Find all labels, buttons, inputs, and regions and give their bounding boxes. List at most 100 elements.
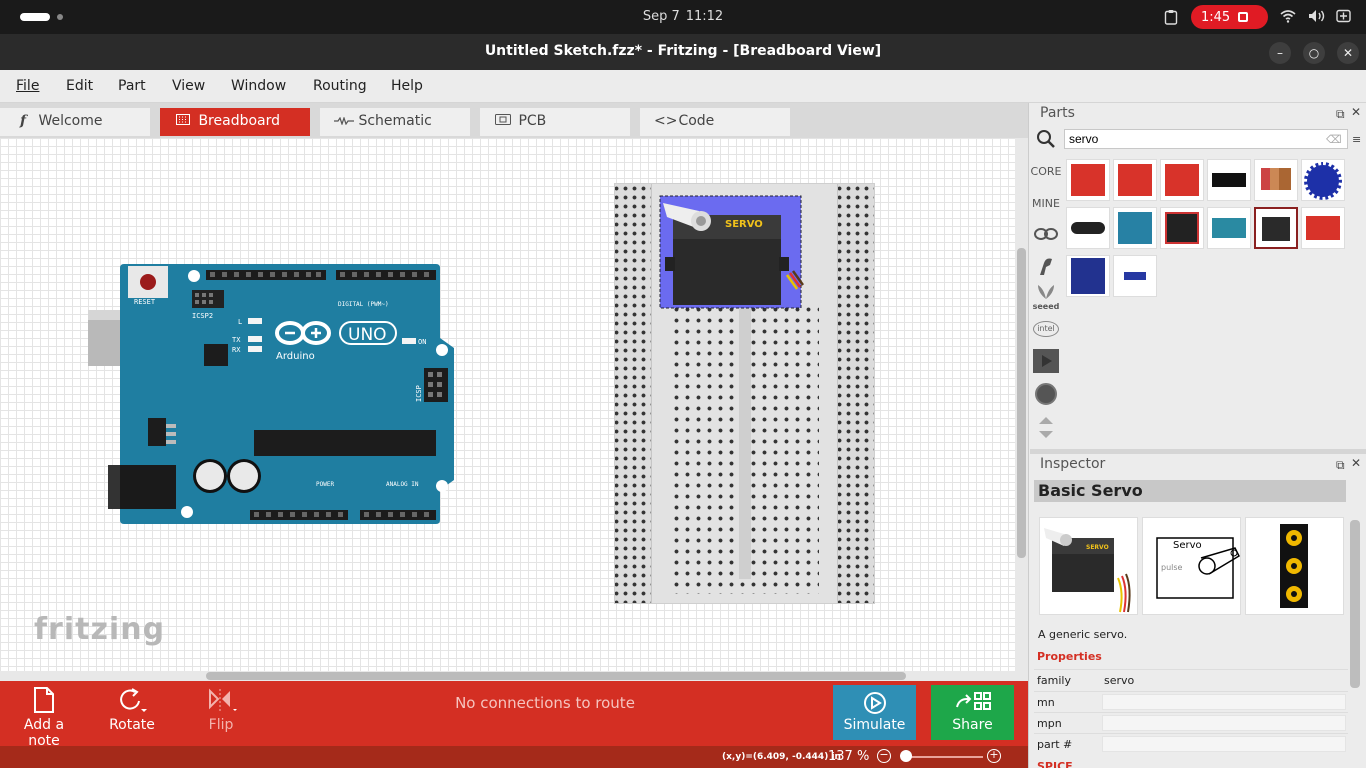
inspector-breadboard-image: SERVO (1039, 517, 1138, 615)
svg-text:SERVO: SERVO (1086, 544, 1109, 551)
servo-label: SERVO (725, 219, 763, 230)
breadboard-center-channel (739, 294, 751, 579)
search-icon[interactable] (1036, 129, 1056, 153)
parts-panel-close-icon[interactable]: ✕ (1351, 105, 1361, 119)
part-result-basic-servo[interactable] (1254, 207, 1298, 249)
property-input-part-number[interactable] (1102, 736, 1346, 752)
wifi-icon[interactable] (1280, 9, 1296, 25)
part-result-servo-board[interactable] (1301, 207, 1345, 249)
clock[interactable]: Sep 7 11:12 (0, 9, 1366, 24)
parts-bins-list: CORE MINE seeed intel (1030, 153, 1062, 448)
fritzing-watermark: fritzing (34, 612, 166, 647)
menu-help[interactable]: Help (391, 78, 423, 94)
zoom-slider-handle[interactable] (900, 750, 912, 762)
part-result-cable-bundle[interactable] (1254, 159, 1298, 201)
rotate-button[interactable]: Rotate (104, 687, 160, 733)
flip-label: Flip (208, 717, 234, 733)
part-result-teal-board[interactable] (1207, 207, 1251, 249)
recording-time: 1:45 (1201, 9, 1231, 25)
menu-edit[interactable]: Edit (66, 78, 93, 94)
property-input-mn[interactable] (1102, 694, 1346, 710)
part-result-blue-module[interactable] (1066, 255, 1110, 297)
minimize-button[interactable]: – (1269, 42, 1291, 64)
search-menu-icon[interactable]: ≡ (1352, 133, 1361, 146)
intel-bin-icon[interactable]: intel (1030, 321, 1062, 337)
volume-icon[interactable] (1308, 9, 1325, 25)
pcb-icon (494, 108, 512, 135)
servo-component-selected[interactable]: SERVO (659, 195, 804, 311)
zoom-level[interactable]: 137 % (828, 749, 869, 764)
arrows-bin-icon[interactable] (1030, 415, 1062, 444)
inspector-scrollbar[interactable] (1350, 520, 1360, 688)
part-result-arduino-mega[interactable] (1113, 207, 1157, 249)
tab-welcome[interactable]: f Welcome (0, 108, 150, 136)
media-bin-icon[interactable] (1030, 349, 1062, 373)
svg-text:Servo: Servo (1173, 540, 1202, 551)
property-row-part-number: part # (1034, 733, 1348, 754)
stop-recording-icon[interactable] (1238, 12, 1249, 22)
search-clear-icon[interactable]: ⌫ (1326, 133, 1342, 146)
flip-button[interactable]: Flip (198, 687, 244, 733)
menu-file[interactable]: File (16, 78, 39, 94)
canvas-vertical-scrollbar[interactable] (1015, 138, 1028, 671)
property-row-family: family servo (1034, 669, 1348, 690)
part-result-servo-driver[interactable] (1207, 159, 1251, 201)
part-result-servo-connector[interactable] (1066, 207, 1110, 249)
spice-heading: SPICE (1037, 760, 1073, 768)
zoom-in-button[interactable]: + (987, 749, 1001, 763)
bottom-toolbar: Add a note Rotate Flip No connections to… (0, 681, 1028, 749)
seeed-bin-icon[interactable]: seeed (1030, 283, 1062, 311)
property-value[interactable]: servo (1104, 674, 1134, 687)
property-key: part # (1037, 738, 1073, 751)
dock-splitter[interactable] (1030, 449, 1366, 454)
property-row-mn: mn (1034, 691, 1348, 712)
led-l-label: L (238, 318, 242, 326)
property-input-mpn[interactable] (1102, 715, 1346, 731)
menu-view[interactable]: View (172, 78, 205, 94)
vertical-scroll-thumb[interactable] (1017, 248, 1026, 558)
part-result-motor-shield[interactable] (1160, 207, 1204, 249)
maximize-button[interactable]: ○ (1303, 42, 1325, 64)
property-key: mpn (1037, 717, 1062, 730)
tab-pcb[interactable]: PCB (480, 108, 630, 136)
part-result-arduino-shield-3[interactable] (1160, 159, 1204, 201)
horizontal-scroll-thumb[interactable] (206, 672, 906, 680)
zoom-out-button[interactable]: − (877, 749, 891, 763)
part-result-micro-servo[interactable] (1113, 255, 1157, 297)
snootlab-bin-icon[interactable] (1030, 383, 1062, 405)
share-button[interactable]: Share (931, 685, 1014, 740)
tab-breadboard[interactable]: Breadboard (160, 108, 310, 136)
window-title-bar: Untitled Sketch.fzz* - Fritzing - [Bread… (0, 34, 1366, 70)
rotate-label: Rotate (109, 717, 155, 733)
share-label: Share (952, 717, 993, 733)
inspector-pcb-image (1245, 517, 1344, 615)
screen-recording-indicator[interactable]: 1:45 (1191, 5, 1268, 29)
arduino-bin-icon[interactable] (1030, 227, 1062, 244)
tab-schematic[interactable]: Schematic (320, 108, 470, 136)
tab-code[interactable]: <> Code (640, 108, 790, 136)
add-note-button[interactable]: Add a note (6, 687, 82, 749)
bin-core[interactable]: CORE (1030, 165, 1062, 178)
menu-part[interactable]: Part (118, 78, 146, 94)
simulate-button[interactable]: Simulate (833, 685, 916, 740)
inspector-close-icon[interactable]: ✕ (1351, 456, 1361, 470)
icsp-label: ICSP (415, 385, 423, 402)
close-window-button[interactable]: ✕ (1337, 42, 1359, 64)
part-result-arduino-shield-1[interactable] (1066, 159, 1110, 201)
breadboard-canvas[interactable]: RESET ICSP2 DIGITAL (PWM~) L TX RX ON UN… (0, 138, 1015, 671)
fritzing-f-icon: f (19, 113, 27, 129)
clipboard-icon[interactable] (1163, 9, 1179, 25)
battery-icon[interactable] (1336, 9, 1352, 25)
menu-window[interactable]: Window (231, 78, 286, 94)
zoom-slider-track[interactable] (903, 756, 983, 758)
menu-routing[interactable]: Routing (313, 78, 367, 94)
bin-mine[interactable]: MINE (1030, 197, 1062, 210)
status-bar: (x,y)=(6.409, -0.444) in 137 % − + (0, 746, 1028, 768)
part-result-arduino-shield-2[interactable] (1113, 159, 1157, 201)
part-result-rotary-encoder[interactable] (1301, 159, 1345, 201)
arduino-uno-board[interactable]: RESET ICSP2 DIGITAL (PWM~) L TX RX ON UN… (86, 262, 458, 528)
canvas-horizontal-scrollbar[interactable] (0, 671, 1028, 681)
contrib-bin-icon[interactable] (1030, 255, 1062, 280)
parts-search-input[interactable] (1064, 129, 1348, 149)
view-tabs: f Welcome Breadboard Schematic PCB <> Co… (0, 103, 1028, 138)
